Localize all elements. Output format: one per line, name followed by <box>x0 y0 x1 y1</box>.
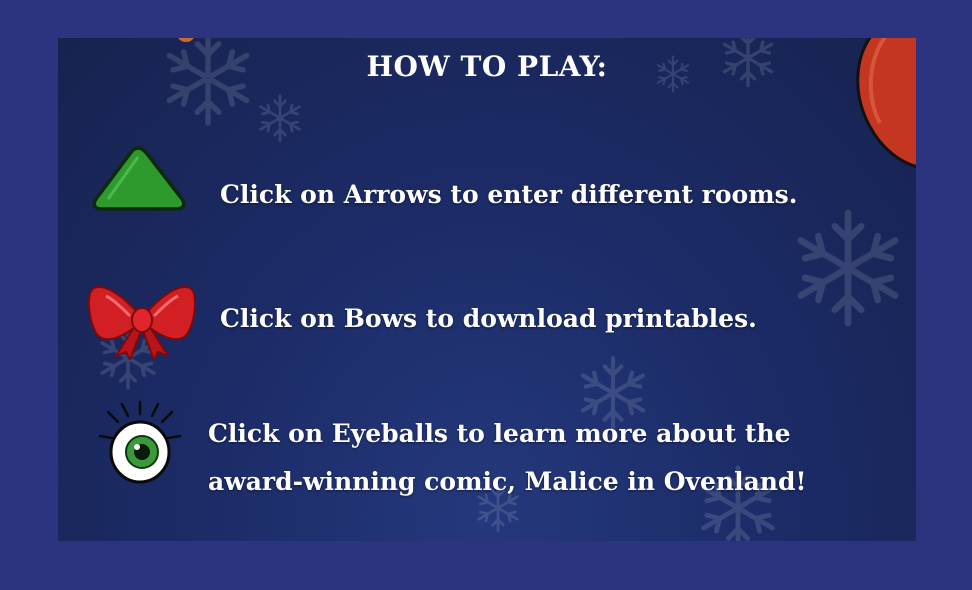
bow-icon[interactable] <box>86 278 198 360</box>
eyeballs-instruction-line1: Click on Eyeballs to learn more about th… <box>208 419 791 448</box>
arrows-instruction: Click on Arrows to enter different rooms… <box>220 180 798 209</box>
eyeball-icon[interactable] <box>96 400 186 486</box>
eyeballs-instruction-line2: award-winning comic, Malice in Ovenland! <box>208 467 807 496</box>
how-to-play-panel: HOW TO PLAY: Click on Arrows to enter di… <box>58 38 916 541</box>
ornament-decoration <box>178 38 194 42</box>
bows-instruction: Click on Bows to download printables. <box>220 304 757 333</box>
arrow-icon[interactable] <box>88 143 188 213</box>
page-title: HOW TO PLAY: <box>366 50 608 83</box>
